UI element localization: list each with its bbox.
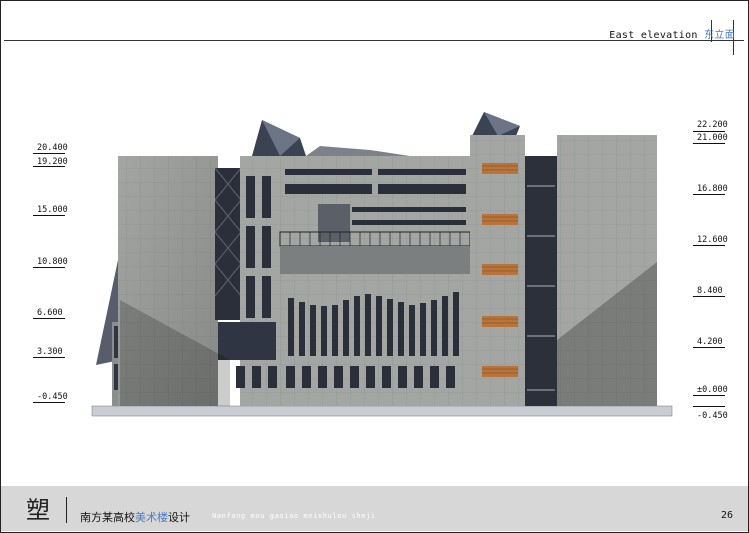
level-tick bbox=[33, 267, 65, 268]
footer-logo: 塑 bbox=[26, 496, 50, 524]
strip-window bbox=[285, 169, 372, 175]
recessed-opening bbox=[318, 204, 350, 242]
level-tick bbox=[693, 131, 725, 132]
level-tick bbox=[33, 402, 65, 403]
central-tower-window bbox=[246, 276, 255, 318]
central-tower-window bbox=[246, 176, 255, 218]
project-title-pinyin: Nanfang mou gaoiao meishulou sheji bbox=[212, 512, 376, 520]
footer-separator bbox=[66, 497, 67, 523]
balcony-slab-shadow bbox=[280, 246, 470, 274]
sheet-title-en: East elevation bbox=[609, 30, 698, 41]
sheet-title-zh: 东立面 bbox=[704, 30, 735, 41]
level-marker-right: 21.000 bbox=[697, 133, 728, 143]
level-tick bbox=[33, 215, 65, 216]
level-tick bbox=[693, 395, 725, 396]
level-tick bbox=[693, 143, 725, 144]
level-marker-left: 15.000 bbox=[37, 205, 68, 215]
level-marker-right: 22.200 bbox=[697, 120, 728, 130]
level-marker-left: -0.450 bbox=[37, 392, 68, 402]
level-marker-left: 10.800 bbox=[37, 257, 68, 267]
level-tick bbox=[693, 296, 725, 297]
level-tick bbox=[693, 245, 725, 246]
strip-window bbox=[378, 169, 466, 175]
level-marker-right: -0.450 bbox=[697, 411, 728, 421]
level-marker-right: 16.800 bbox=[697, 184, 728, 194]
level-marker-right: 8.400 bbox=[697, 286, 723, 296]
level-marker-left: 20.400 bbox=[37, 143, 68, 153]
glass-truss-wall bbox=[215, 168, 241, 320]
level-tick bbox=[33, 153, 65, 154]
level-tick bbox=[693, 194, 725, 195]
level-tick bbox=[33, 318, 65, 319]
level-marker-right: 12.600 bbox=[697, 235, 728, 245]
lobby-glazing bbox=[218, 322, 276, 360]
level-tick bbox=[33, 166, 65, 167]
roof-canopy bbox=[306, 146, 410, 156]
project-title: 南方某高校美术楼设计 bbox=[80, 511, 190, 524]
central-tower-window bbox=[246, 226, 255, 268]
central-tower-window bbox=[262, 226, 271, 268]
level-marker-right: ±0.000 bbox=[697, 385, 728, 395]
level-tick bbox=[693, 347, 725, 348]
sheet-title: East elevation 东立面 bbox=[609, 26, 735, 41]
level-marker-right: 4.200 bbox=[697, 337, 723, 347]
central-tower-window bbox=[262, 176, 271, 218]
level-tick bbox=[33, 357, 65, 358]
strip-window bbox=[285, 184, 372, 194]
central-tower-window bbox=[262, 276, 271, 318]
level-marker-left: 6.600 bbox=[37, 308, 63, 318]
strip-window bbox=[352, 220, 466, 225]
level-tick bbox=[693, 406, 725, 407]
strip-window bbox=[352, 207, 466, 212]
strip-window bbox=[378, 184, 466, 194]
page-number: 26 bbox=[720, 510, 733, 521]
stair-core bbox=[525, 156, 557, 406]
level-marker-left: 3.300 bbox=[37, 347, 63, 357]
east-elevation-drawing bbox=[91, 112, 673, 417]
ground-strip bbox=[91, 405, 673, 417]
